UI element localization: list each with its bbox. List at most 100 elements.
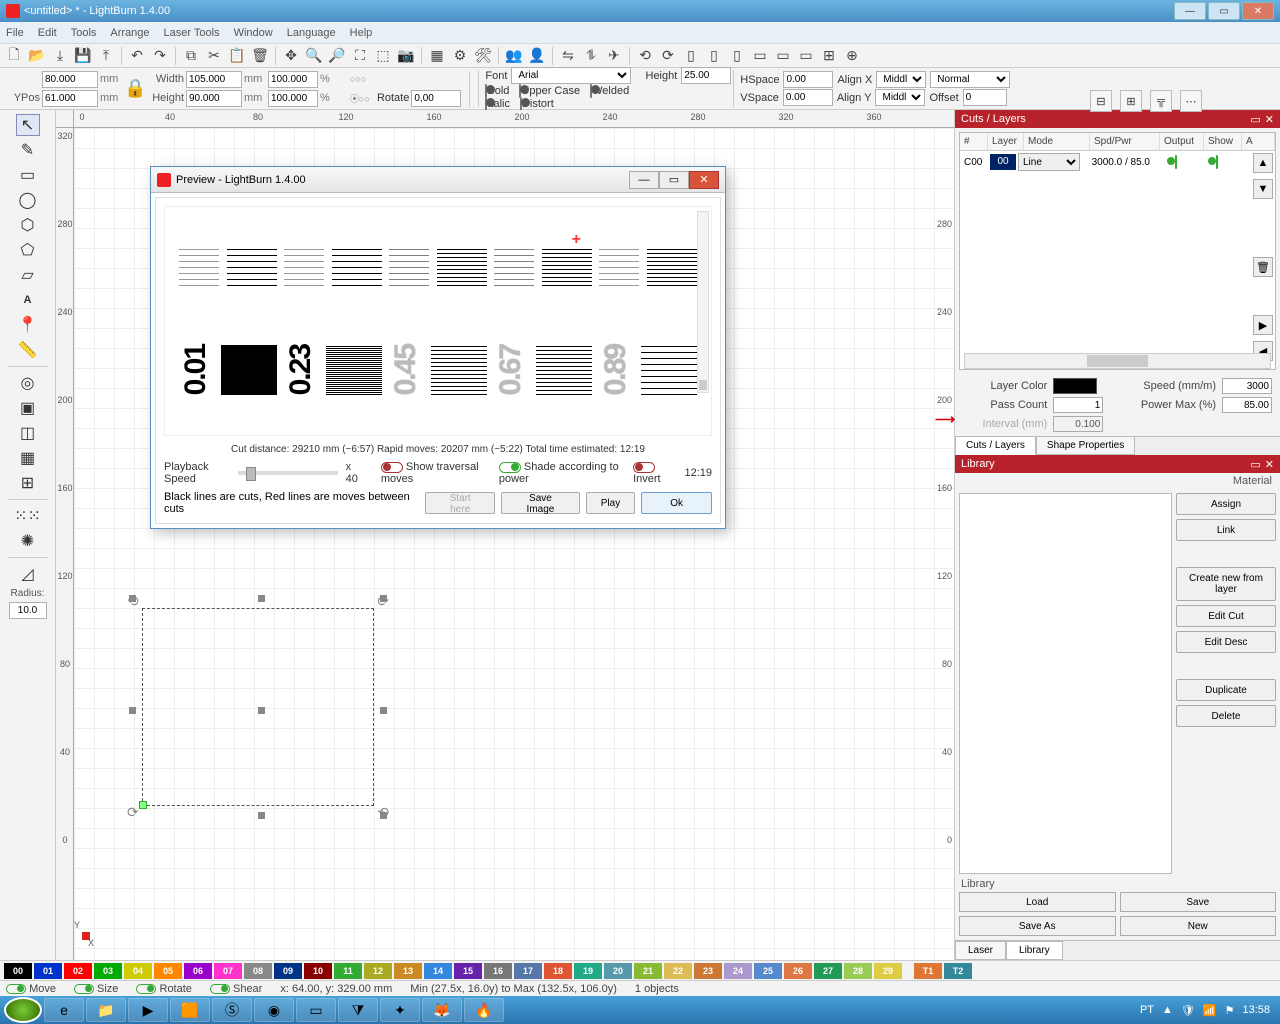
normal-select[interactable]: Normal (930, 71, 1010, 88)
delete-icon[interactable]: 🗑 (250, 46, 270, 66)
tab-cuts[interactable]: Cuts / Layers (955, 436, 1036, 455)
palette-25[interactable]: 25 (754, 963, 782, 979)
align-c-icon[interactable]: ▯ (704, 46, 724, 66)
palette-00[interactable]: 00 (4, 963, 32, 979)
rotate-l-icon[interactable]: ⟲ (635, 46, 655, 66)
ok-button[interactable]: Ok (641, 492, 712, 514)
height-pct-input[interactable] (268, 90, 318, 107)
task-skype-icon[interactable]: Ⓢ (212, 998, 252, 1022)
library-tree[interactable] (959, 493, 1172, 874)
editcut-button[interactable]: Edit Cut (1176, 605, 1276, 627)
shear-toggle[interactable] (210, 984, 230, 994)
undock-icon[interactable]: ▭ (1250, 113, 1260, 126)
load-button[interactable]: Load (959, 892, 1116, 912)
height-input[interactable] (186, 90, 242, 107)
dist-both-icon[interactable]: ╦ (1150, 90, 1172, 112)
palette-24[interactable]: 24 (724, 963, 752, 979)
minimize-button[interactable]: — (1174, 2, 1206, 20)
traversal-toggle[interactable] (381, 462, 403, 473)
send-icon[interactable]: ✈ (604, 46, 624, 66)
menu-edit[interactable]: Edit (38, 27, 57, 39)
shade-toggle[interactable] (499, 462, 521, 473)
palette-20[interactable]: 20 (604, 963, 632, 979)
menu-window[interactable]: Window (234, 27, 273, 39)
palette-16[interactable]: 16 (484, 963, 512, 979)
palette-07[interactable]: 07 (214, 963, 242, 979)
palette-12[interactable]: 12 (364, 963, 392, 979)
tab-laser[interactable]: Laser (955, 941, 1006, 960)
polygon-tool-icon[interactable]: ⬡ (16, 214, 40, 236)
group-icon[interactable]: 👥 (504, 46, 524, 66)
output-toggle[interactable] (1175, 155, 1177, 169)
speed-input[interactable] (1222, 378, 1272, 394)
palette-11[interactable]: 11 (334, 963, 362, 979)
menu-help[interactable]: Help (350, 27, 373, 39)
ellipse-tool-icon[interactable]: ◯ (16, 189, 40, 211)
undo-icon[interactable]: ↶ (127, 46, 147, 66)
palette-05[interactable]: 05 (154, 963, 182, 979)
color-swatch[interactable] (1053, 378, 1097, 394)
export-icon[interactable]: ⤒ (96, 46, 116, 66)
align-m-icon[interactable]: ▭ (773, 46, 793, 66)
offset-input[interactable] (963, 89, 1007, 106)
panel-close-icon[interactable]: ✕ (1265, 113, 1274, 126)
layer-delete-icon[interactable]: 🗑 (1253, 257, 1273, 277)
zoomout-icon[interactable]: 🔎 (327, 46, 347, 66)
lib-undock-icon[interactable]: ▭ (1250, 458, 1260, 471)
marker-tool-icon[interactable]: 📍 (16, 314, 40, 336)
copy-icon[interactable]: ⧉ (181, 46, 201, 66)
import-icon[interactable]: ⤓ (50, 46, 70, 66)
palette-27[interactable]: 27 (814, 963, 842, 979)
align-t-icon[interactable]: ▭ (750, 46, 770, 66)
task-media-icon[interactable]: ▶ (128, 998, 168, 1022)
link-button[interactable]: Link (1176, 519, 1276, 541)
measure-tool-icon[interactable]: 📏 (16, 339, 40, 361)
more-icon[interactable]: ⋯ (1180, 90, 1202, 112)
menu-file[interactable]: File (6, 27, 24, 39)
task-firefox-icon[interactable]: 🦊 (422, 998, 462, 1022)
array-tool-icon[interactable]: ▦ (16, 447, 40, 469)
task-pdf-icon[interactable]: ⧩ (338, 998, 378, 1022)
palette-19[interactable]: 19 (574, 963, 602, 979)
task-chrome-icon[interactable]: ◉ (254, 998, 294, 1022)
palette-04[interactable]: 04 (124, 963, 152, 979)
tooltab-T2[interactable]: T2 (944, 963, 972, 979)
path-tool-icon[interactable]: ⬠ (16, 239, 40, 261)
palette-06[interactable]: 06 (184, 963, 212, 979)
palette-02[interactable]: 02 (64, 963, 92, 979)
dialog-minimize-button[interactable]: — (629, 171, 659, 189)
delete-button[interactable]: Delete (1176, 705, 1276, 727)
close-button[interactable]: ✕ (1242, 2, 1274, 20)
layer-color-swatch[interactable]: 00 (990, 154, 1016, 170)
layer-up-icon[interactable]: ▲ (1253, 153, 1273, 173)
play-button[interactable]: Play (586, 492, 635, 514)
offset-tool-icon[interactable]: ◎ (16, 372, 40, 394)
font-select[interactable]: Arial (511, 67, 631, 84)
new-button[interactable]: New (1120, 916, 1277, 936)
pan-icon[interactable]: ✥ (281, 46, 301, 66)
playback-slider[interactable] (238, 471, 338, 475)
editdesc-button[interactable]: Edit Desc (1176, 631, 1276, 653)
rotate-toggle[interactable] (136, 984, 156, 994)
cut-icon[interactable]: ✂ (204, 46, 224, 66)
bool-tool-icon[interactable]: ◫ (16, 422, 40, 444)
assign-button[interactable]: Assign (1176, 493, 1276, 515)
layer-right-icon[interactable]: ▶ (1253, 315, 1273, 335)
text-tool-icon[interactable]: A (16, 289, 40, 311)
tab-shapeprops[interactable]: Shape Properties (1036, 436, 1135, 455)
saveimage-button[interactable]: Save Image (501, 492, 580, 514)
palette-08[interactable]: 08 (244, 963, 272, 979)
node-edit-icon[interactable]: ▱ (16, 264, 40, 286)
rect-tool-icon[interactable]: ▭ (16, 164, 40, 186)
dialog-maximize-button[interactable]: ▭ (659, 171, 689, 189)
select-tool-icon[interactable]: ↖ (16, 114, 40, 136)
palette-01[interactable]: 01 (34, 963, 62, 979)
dist-h-icon[interactable]: ⊟ (1090, 90, 1112, 112)
createnew-button[interactable]: Create new from layer (1176, 567, 1276, 601)
menu-language[interactable]: Language (287, 27, 336, 39)
selection-box[interactable]: ⟲ ⟳ ⟳ ⟲ (142, 608, 374, 806)
palette-29[interactable]: 29 (874, 963, 902, 979)
tray-wifi-icon[interactable]: 📶 (1203, 1004, 1217, 1017)
palette-09[interactable]: 09 (274, 963, 302, 979)
save-icon[interactable]: 💾 (73, 46, 93, 66)
